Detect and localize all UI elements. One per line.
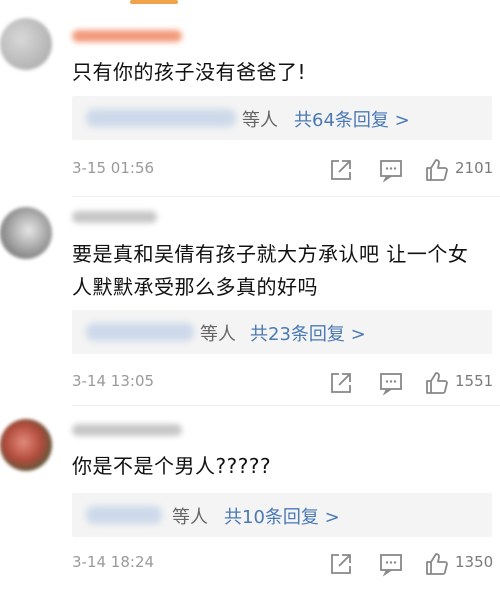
share-icon[interactable] bbox=[328, 157, 354, 183]
username-blurred[interactable] bbox=[72, 211, 157, 223]
reply-users-blurred bbox=[86, 323, 194, 341]
like-icon[interactable] bbox=[424, 370, 450, 396]
comment-time: 3-14 18:24 bbox=[72, 553, 155, 571]
reply-count-link[interactable]: 共10条回复 > bbox=[224, 503, 340, 529]
username-blurred[interactable] bbox=[72, 30, 182, 42]
comment-text: 只有你的孩子没有爸爸了! bbox=[72, 60, 307, 84]
reply-preview[interactable]: 等人 共10条回复 > bbox=[72, 493, 492, 537]
avatar[interactable] bbox=[0, 207, 52, 259]
like-icon[interactable] bbox=[424, 551, 450, 577]
avatar[interactable] bbox=[0, 18, 52, 70]
username-blurred[interactable] bbox=[72, 424, 182, 436]
like-count: 1551 bbox=[455, 372, 494, 390]
comment-meta: 3-15 01:56 2101 bbox=[72, 157, 494, 183]
reply-suffix: 等人 bbox=[242, 110, 278, 131]
reply-suffix: 等人 bbox=[200, 324, 236, 345]
like-count: 2101 bbox=[455, 159, 494, 177]
reply-suffix: 等人 bbox=[172, 507, 208, 528]
comment-meta: 3-14 18:24 1350 bbox=[72, 551, 494, 577]
share-icon[interactable] bbox=[328, 370, 354, 396]
comment-icon[interactable] bbox=[378, 370, 404, 396]
comment-item: 只有你的孩子没有爸爸了! 等人 共64条回复 > 3-15 01:56 2101 bbox=[0, 0, 500, 200]
comment-time: 3-14 13:05 bbox=[72, 372, 155, 390]
reply-preview[interactable]: 等人 共23条回复 > bbox=[72, 310, 492, 354]
like-count: 1350 bbox=[455, 553, 494, 571]
comment-time: 3-15 01:56 bbox=[72, 159, 155, 177]
comment-meta: 3-14 13:05 1551 bbox=[72, 370, 494, 396]
like-icon[interactable] bbox=[424, 157, 450, 183]
comment-item: 要是真和吴倩有孩子就大方承认吧 让一个女人默默承受那么多真的好吗 等人 共23条… bbox=[0, 197, 500, 407]
reply-count-link[interactable]: 共23条回复 > bbox=[250, 320, 366, 346]
comment-item: 你是不是个男人????? 等人 共10条回复 > 3-14 18:24 1350 bbox=[0, 407, 500, 593]
reply-preview[interactable]: 等人 共64条回复 > bbox=[72, 96, 492, 140]
reply-count-link[interactable]: 共64条回复 > bbox=[294, 106, 410, 132]
comment-icon[interactable] bbox=[378, 551, 404, 577]
reply-users-blurred bbox=[86, 109, 236, 127]
share-icon[interactable] bbox=[328, 551, 354, 577]
comment-text: 要是真和吴倩有孩子就大方承认吧 让一个女人默默承受那么多真的好吗 bbox=[72, 242, 469, 299]
comment-icon[interactable] bbox=[378, 157, 404, 183]
avatar[interactable] bbox=[0, 419, 52, 471]
divider bbox=[72, 405, 500, 406]
reply-users-blurred bbox=[86, 506, 162, 524]
comment-text: 你是不是个男人????? bbox=[72, 454, 272, 478]
